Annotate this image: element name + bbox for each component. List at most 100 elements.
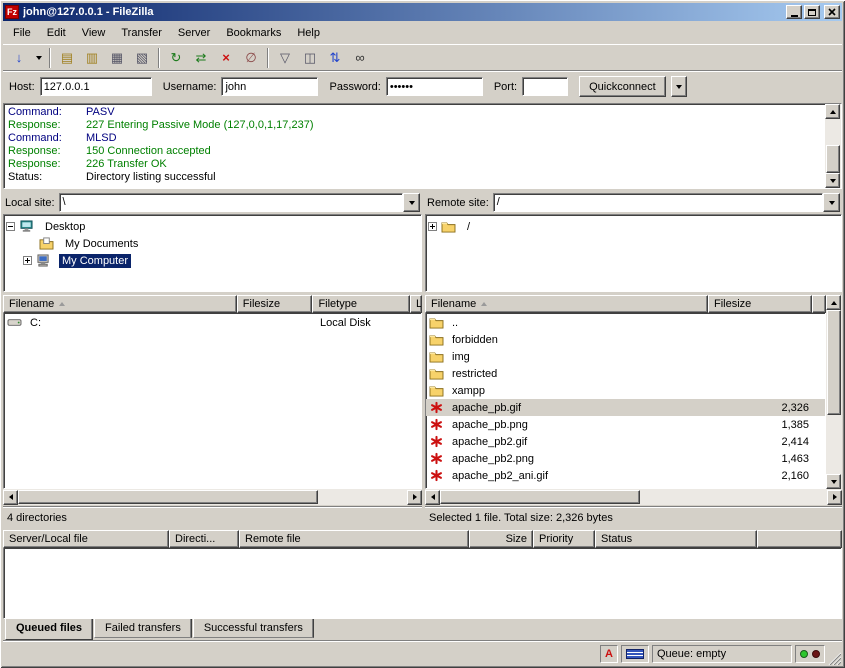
column-header-filesize[interactable]: Filesize [237, 295, 313, 313]
column-header-direction[interactable]: Directi... [169, 530, 239, 548]
file-row-selected[interactable]: apache_pb.gif 2,326 [426, 399, 825, 416]
site-manager-dropdown-button[interactable] [32, 47, 45, 69]
remote-site-dropdown-button[interactable] [823, 193, 840, 212]
file-row[interactable]: .. [426, 314, 825, 331]
transfer-type-indicator[interactable]: A [600, 645, 618, 663]
local-treeview-toggle-button[interactable]: ▥ [80, 47, 104, 69]
tree-item-label[interactable]: / [464, 220, 473, 234]
port-input[interactable] [522, 77, 568, 96]
scroll-right-button[interactable] [827, 490, 842, 505]
scroll-up-button[interactable] [826, 295, 841, 310]
scroll-track[interactable] [440, 489, 827, 505]
column-header-status[interactable]: Status [595, 530, 757, 548]
menu-transfer[interactable]: Transfer [113, 24, 170, 42]
cancel-button[interactable]: × [214, 47, 238, 69]
scroll-track[interactable] [826, 310, 842, 474]
menu-file[interactable]: File [5, 24, 39, 42]
tree-item-my-documents[interactable]: My Documents [6, 235, 419, 252]
remote-directory-tree[interactable]: / [425, 214, 842, 292]
quickconnect-button[interactable]: Quickconnect [579, 76, 666, 97]
tab-successful-transfers[interactable]: Successful transfers [193, 619, 314, 638]
remote-site-combobox[interactable]: / [493, 193, 840, 212]
column-header-server-local-file[interactable]: Server/Local file [3, 530, 169, 548]
message-log-toggle-button[interactable]: ▤ [55, 47, 79, 69]
scroll-thumb[interactable] [827, 310, 841, 415]
menu-bookmarks[interactable]: Bookmarks [218, 24, 289, 42]
local-file-list[interactable]: C: Local Disk [3, 313, 422, 489]
file-row[interactable]: apache_pb2.gif 2,414 [426, 433, 825, 450]
expand-box-icon[interactable] [23, 256, 32, 265]
column-header-size[interactable]: Size [469, 530, 533, 548]
scroll-thumb[interactable] [18, 490, 318, 504]
local-site-dropdown-button[interactable] [403, 193, 420, 212]
host-input[interactable] [40, 77, 152, 96]
password-input[interactable] [386, 77, 483, 96]
column-header-filename[interactable]: Filename [425, 295, 708, 313]
local-site-combobox[interactable]: \ [59, 193, 420, 212]
file-row[interactable]: img [426, 348, 825, 365]
scroll-track[interactable] [18, 489, 407, 505]
site-manager-button[interactable]: ↓ [7, 47, 31, 69]
local-site-value[interactable]: \ [59, 193, 403, 212]
remote-horizontal-scrollbar[interactable] [425, 489, 842, 505]
title-bar[interactable]: Fz john@127.0.0.1 - FileZilla [3, 3, 842, 21]
local-horizontal-scrollbar[interactable] [3, 489, 422, 505]
minimize-button[interactable] [786, 5, 802, 19]
directory-comparison-button[interactable]: ◫ [298, 47, 322, 69]
collapse-box-icon[interactable] [6, 222, 15, 231]
close-button[interactable] [824, 5, 840, 19]
column-header-lastmodified[interactable]: L [410, 295, 422, 313]
maximize-button[interactable] [804, 5, 820, 19]
scroll-track[interactable] [825, 119, 841, 173]
scroll-down-button[interactable] [825, 173, 840, 188]
file-row[interactable]: forbidden [426, 331, 825, 348]
message-log[interactable]: Command:PASV Response:227 Entering Passi… [3, 103, 842, 189]
socket-indicator[interactable] [621, 645, 649, 663]
disconnect-button[interactable]: ∅ [239, 47, 263, 69]
filters-button[interactable]: ▽ [273, 47, 297, 69]
tab-failed-transfers[interactable]: Failed transfers [94, 619, 192, 638]
column-header-remote-file[interactable]: Remote file [239, 530, 469, 548]
scroll-thumb[interactable] [826, 145, 840, 173]
file-row[interactable]: C: Local Disk [4, 314, 421, 331]
file-row[interactable]: xampp [426, 382, 825, 399]
log-vertical-scrollbar[interactable] [825, 104, 841, 188]
file-row[interactable]: apache_pb2_ani.gif 2,160 [426, 467, 825, 484]
tree-item-desktop[interactable]: Desktop [6, 218, 419, 235]
scroll-left-button[interactable] [425, 490, 440, 505]
refresh-button[interactable]: ↻ [164, 47, 188, 69]
tab-queued-files[interactable]: Queued files [5, 619, 93, 640]
scroll-up-button[interactable] [825, 104, 840, 119]
queue-list[interactable] [3, 548, 842, 619]
find-files-button[interactable]: ∞ [348, 47, 372, 69]
file-row[interactable]: restricted [426, 365, 825, 382]
remote-site-value[interactable]: / [493, 193, 823, 212]
column-header-priority[interactable]: Priority [533, 530, 595, 548]
tree-item-my-computer[interactable]: My Computer [6, 252, 419, 269]
username-input[interactable] [221, 77, 318, 96]
synchronized-browsing-button[interactable]: ⇅ [323, 47, 347, 69]
column-header-filename[interactable]: Filename [3, 295, 237, 313]
menu-edit[interactable]: Edit [39, 24, 74, 42]
scroll-down-button[interactable] [826, 474, 841, 489]
quickconnect-dropdown-button[interactable] [671, 76, 687, 97]
tree-item-root[interactable]: / [428, 218, 839, 235]
resize-grip[interactable] [828, 652, 841, 665]
expand-box-icon[interactable] [428, 222, 437, 231]
transfer-queue-toggle-button[interactable]: ▧ [130, 47, 154, 69]
scroll-left-button[interactable] [3, 490, 18, 505]
file-row[interactable]: apache_pb.png 1,385 [426, 416, 825, 433]
remote-file-list[interactable]: .. forbidden img [425, 313, 826, 489]
tree-item-label[interactable]: My Computer [59, 254, 131, 268]
remote-treeview-toggle-button[interactable]: ▦ [105, 47, 129, 69]
scroll-right-button[interactable] [407, 490, 422, 505]
menu-server[interactable]: Server [170, 24, 218, 42]
menu-help[interactable]: Help [289, 24, 328, 42]
menu-view[interactable]: View [74, 24, 114, 42]
tree-item-label[interactable]: Desktop [42, 220, 88, 234]
remote-vertical-scrollbar[interactable] [826, 295, 842, 489]
file-row[interactable]: apache_pb2.png 1,463 [426, 450, 825, 467]
column-header-filesize[interactable]: Filesize [708, 295, 812, 313]
local-directory-tree[interactable]: Desktop My Documents My Computer [3, 214, 422, 292]
process-queue-button[interactable]: ⇄ [189, 47, 213, 69]
